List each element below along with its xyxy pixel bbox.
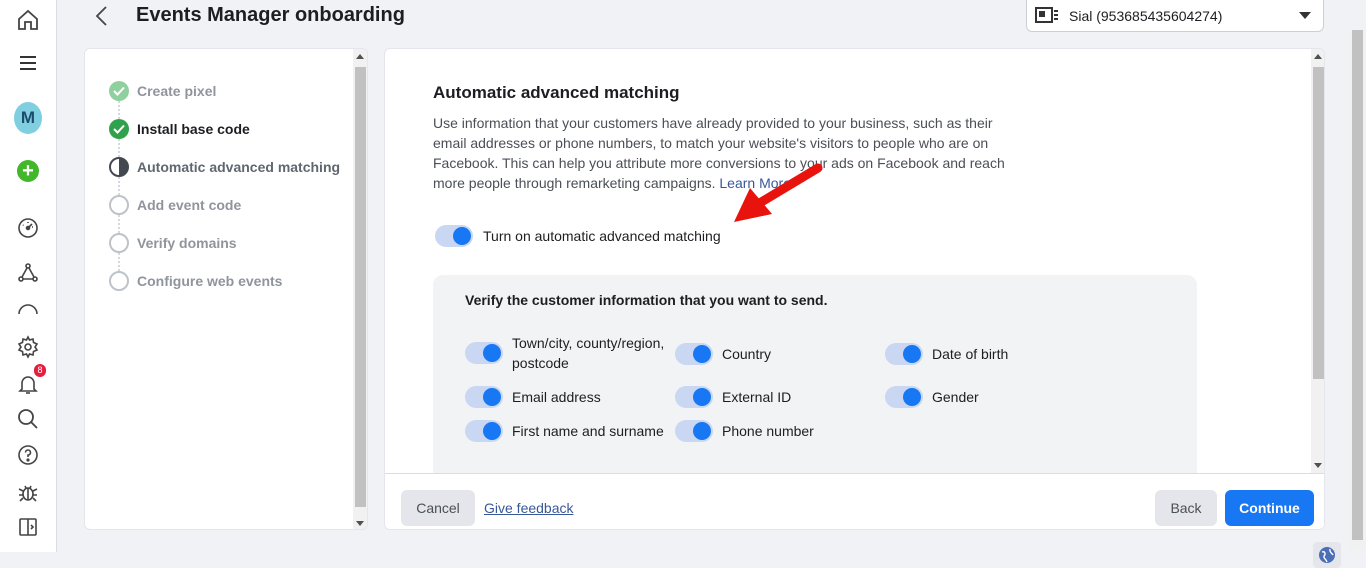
ad-account-select[interactable]: Sial (953685435604274) [1026,0,1324,32]
field-town-city[interactable]: Town/city, county/region, postcode [465,333,675,373]
panel-icon[interactable] [14,513,42,541]
scroll-up-icon[interactable] [356,54,364,59]
business-account-icon [1035,6,1058,23]
auto-matching-toggle[interactable] [435,225,473,247]
dashboard-icon[interactable] [14,214,42,242]
search-icon[interactable] [14,405,42,433]
field-country[interactable]: Country [675,343,771,365]
check-circle-icon [109,119,129,139]
menu-icon[interactable] [14,49,42,77]
scrollbar-thumb[interactable] [1313,67,1324,379]
steps-scrollbar[interactable] [353,49,367,529]
left-rail: M + 8 [0,0,57,552]
footer-bar: Cancel Give feedback Back Continue [385,473,1324,529]
give-feedback-link[interactable]: Give feedback [484,500,574,516]
verify-info-box: Verify the customer information that you… [433,275,1197,473]
chevron-left-icon [95,6,107,26]
partial-icon[interactable] [14,300,42,314]
step-connector [118,215,120,233]
account-name: Sial (953685435604274) [1069,7,1223,24]
notifications-icon[interactable]: 8 [14,364,46,398]
field-toggle[interactable] [675,343,713,365]
field-phone-number[interactable]: Phone number [675,420,814,442]
empty-circle-icon [109,271,129,291]
scroll-down-icon[interactable] [1314,463,1322,468]
field-toggle[interactable] [675,420,713,442]
step-automatic-advanced-matching[interactable]: Automatic advanced matching [109,157,340,177]
step-verify-domains[interactable]: Verify domains [109,233,237,253]
scrollbar-thumb[interactable] [1352,30,1363,540]
empty-circle-icon [109,195,129,215]
scrollbar-thumb[interactable] [355,67,366,507]
field-first-name-surname[interactable]: First name and surname [465,420,664,442]
page-title: Events Manager onboarding [136,4,405,26]
field-date-of-birth[interactable]: Date of birth [885,343,1008,365]
scroll-up-icon[interactable] [1314,54,1322,59]
home-icon[interactable] [14,6,42,34]
step-connector [118,101,120,119]
back-button[interactable]: Back [1155,490,1217,526]
back-arrow-button[interactable] [88,2,116,30]
field-toggle[interactable] [885,343,923,365]
step-connector [118,139,120,157]
field-email-address[interactable]: Email address [465,386,601,408]
main-content: Automatic advanced matching Use informat… [385,49,1311,473]
chevron-down-icon [1299,12,1311,19]
red-arrow-annotation [734,163,823,222]
empty-circle-icon [109,233,129,253]
step-install-base-code[interactable]: Install base code [109,119,250,139]
cancel-button[interactable]: Cancel [401,490,475,526]
step-configure-web-events[interactable]: Configure web events [109,271,282,291]
field-toggle[interactable] [465,420,503,442]
notification-badge: 8 [34,364,46,377]
data-sources-icon[interactable] [14,259,42,287]
avatar[interactable]: M [14,102,42,134]
debug-icon[interactable] [14,478,42,506]
field-toggle[interactable] [465,386,503,408]
field-toggle[interactable] [675,386,713,408]
scroll-down-icon[interactable] [356,521,364,526]
field-gender[interactable]: Gender [885,386,979,408]
step-connector [118,177,120,195]
auto-matching-toggle-label: Turn on automatic advanced matching [483,228,721,244]
step-add-event-code[interactable]: Add event code [109,195,241,215]
content-scrollbar[interactable] [1311,49,1324,473]
section-title: Automatic advanced matching [433,83,680,102]
field-external-id[interactable]: External ID [675,386,791,408]
page-scrollbar[interactable] [1349,30,1366,550]
step-create-pixel[interactable]: Create pixel [109,81,216,101]
step-connector [118,253,120,271]
check-circle-icon [109,81,129,101]
globe-icon[interactable] [1313,542,1341,568]
continue-button[interactable]: Continue [1225,490,1314,526]
settings-icon[interactable] [14,333,42,361]
field-toggle[interactable] [465,342,503,364]
create-icon[interactable]: + [14,157,42,185]
auto-matching-toggle-row[interactable]: Turn on automatic advanced matching [435,225,721,247]
help-icon[interactable] [14,441,42,469]
half-circle-icon [109,157,129,177]
field-toggle[interactable] [885,386,923,408]
verify-title: Verify the customer information that you… [465,292,828,308]
main-panel: Automatic advanced matching Use informat… [384,48,1325,530]
steps-panel: Create pixel Install base code Automatic… [84,48,368,530]
